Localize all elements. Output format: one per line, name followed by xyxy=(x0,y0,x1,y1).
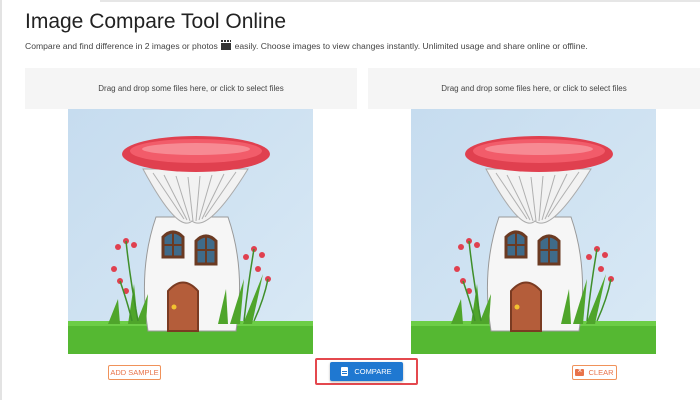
left-dropzone-text: Drag and drop some files here, or click … xyxy=(98,84,284,93)
compare-label: COMPARE xyxy=(354,367,392,376)
right-dropzone[interactable]: Drag and drop some files here, or click … xyxy=(368,68,700,109)
add-sample-label: ADD SAMPLE xyxy=(110,368,159,377)
right-dropzone-text: Drag and drop some files here, or click … xyxy=(441,84,627,93)
clear-label: CLEAR xyxy=(588,368,614,377)
top-divider xyxy=(100,0,700,2)
clapperboard-icon xyxy=(221,40,232,50)
mushroom-house-illustration xyxy=(411,109,656,354)
mushroom-house-illustration xyxy=(68,109,313,354)
compare-button[interactable]: COMPARE xyxy=(330,362,403,381)
page-left-edge xyxy=(0,0,2,400)
right-image-preview xyxy=(411,109,656,354)
left-image-preview xyxy=(68,109,313,354)
clear-button[interactable]: CLEAR xyxy=(572,365,617,380)
subtitle-text-start: Compare and find difference in 2 images … xyxy=(25,41,218,51)
backspace-icon xyxy=(575,366,585,376)
subtitle-text-end: easily. Choose images to view changes in… xyxy=(234,41,588,51)
page-subtitle: Compare and find difference in 2 images … xyxy=(25,40,588,51)
page-title: Image Compare Tool Online xyxy=(25,10,287,33)
left-dropzone[interactable]: Drag and drop some files here, or click … xyxy=(25,68,357,109)
add-sample-button[interactable]: ADD SAMPLE xyxy=(108,365,161,380)
document-icon xyxy=(341,367,349,376)
